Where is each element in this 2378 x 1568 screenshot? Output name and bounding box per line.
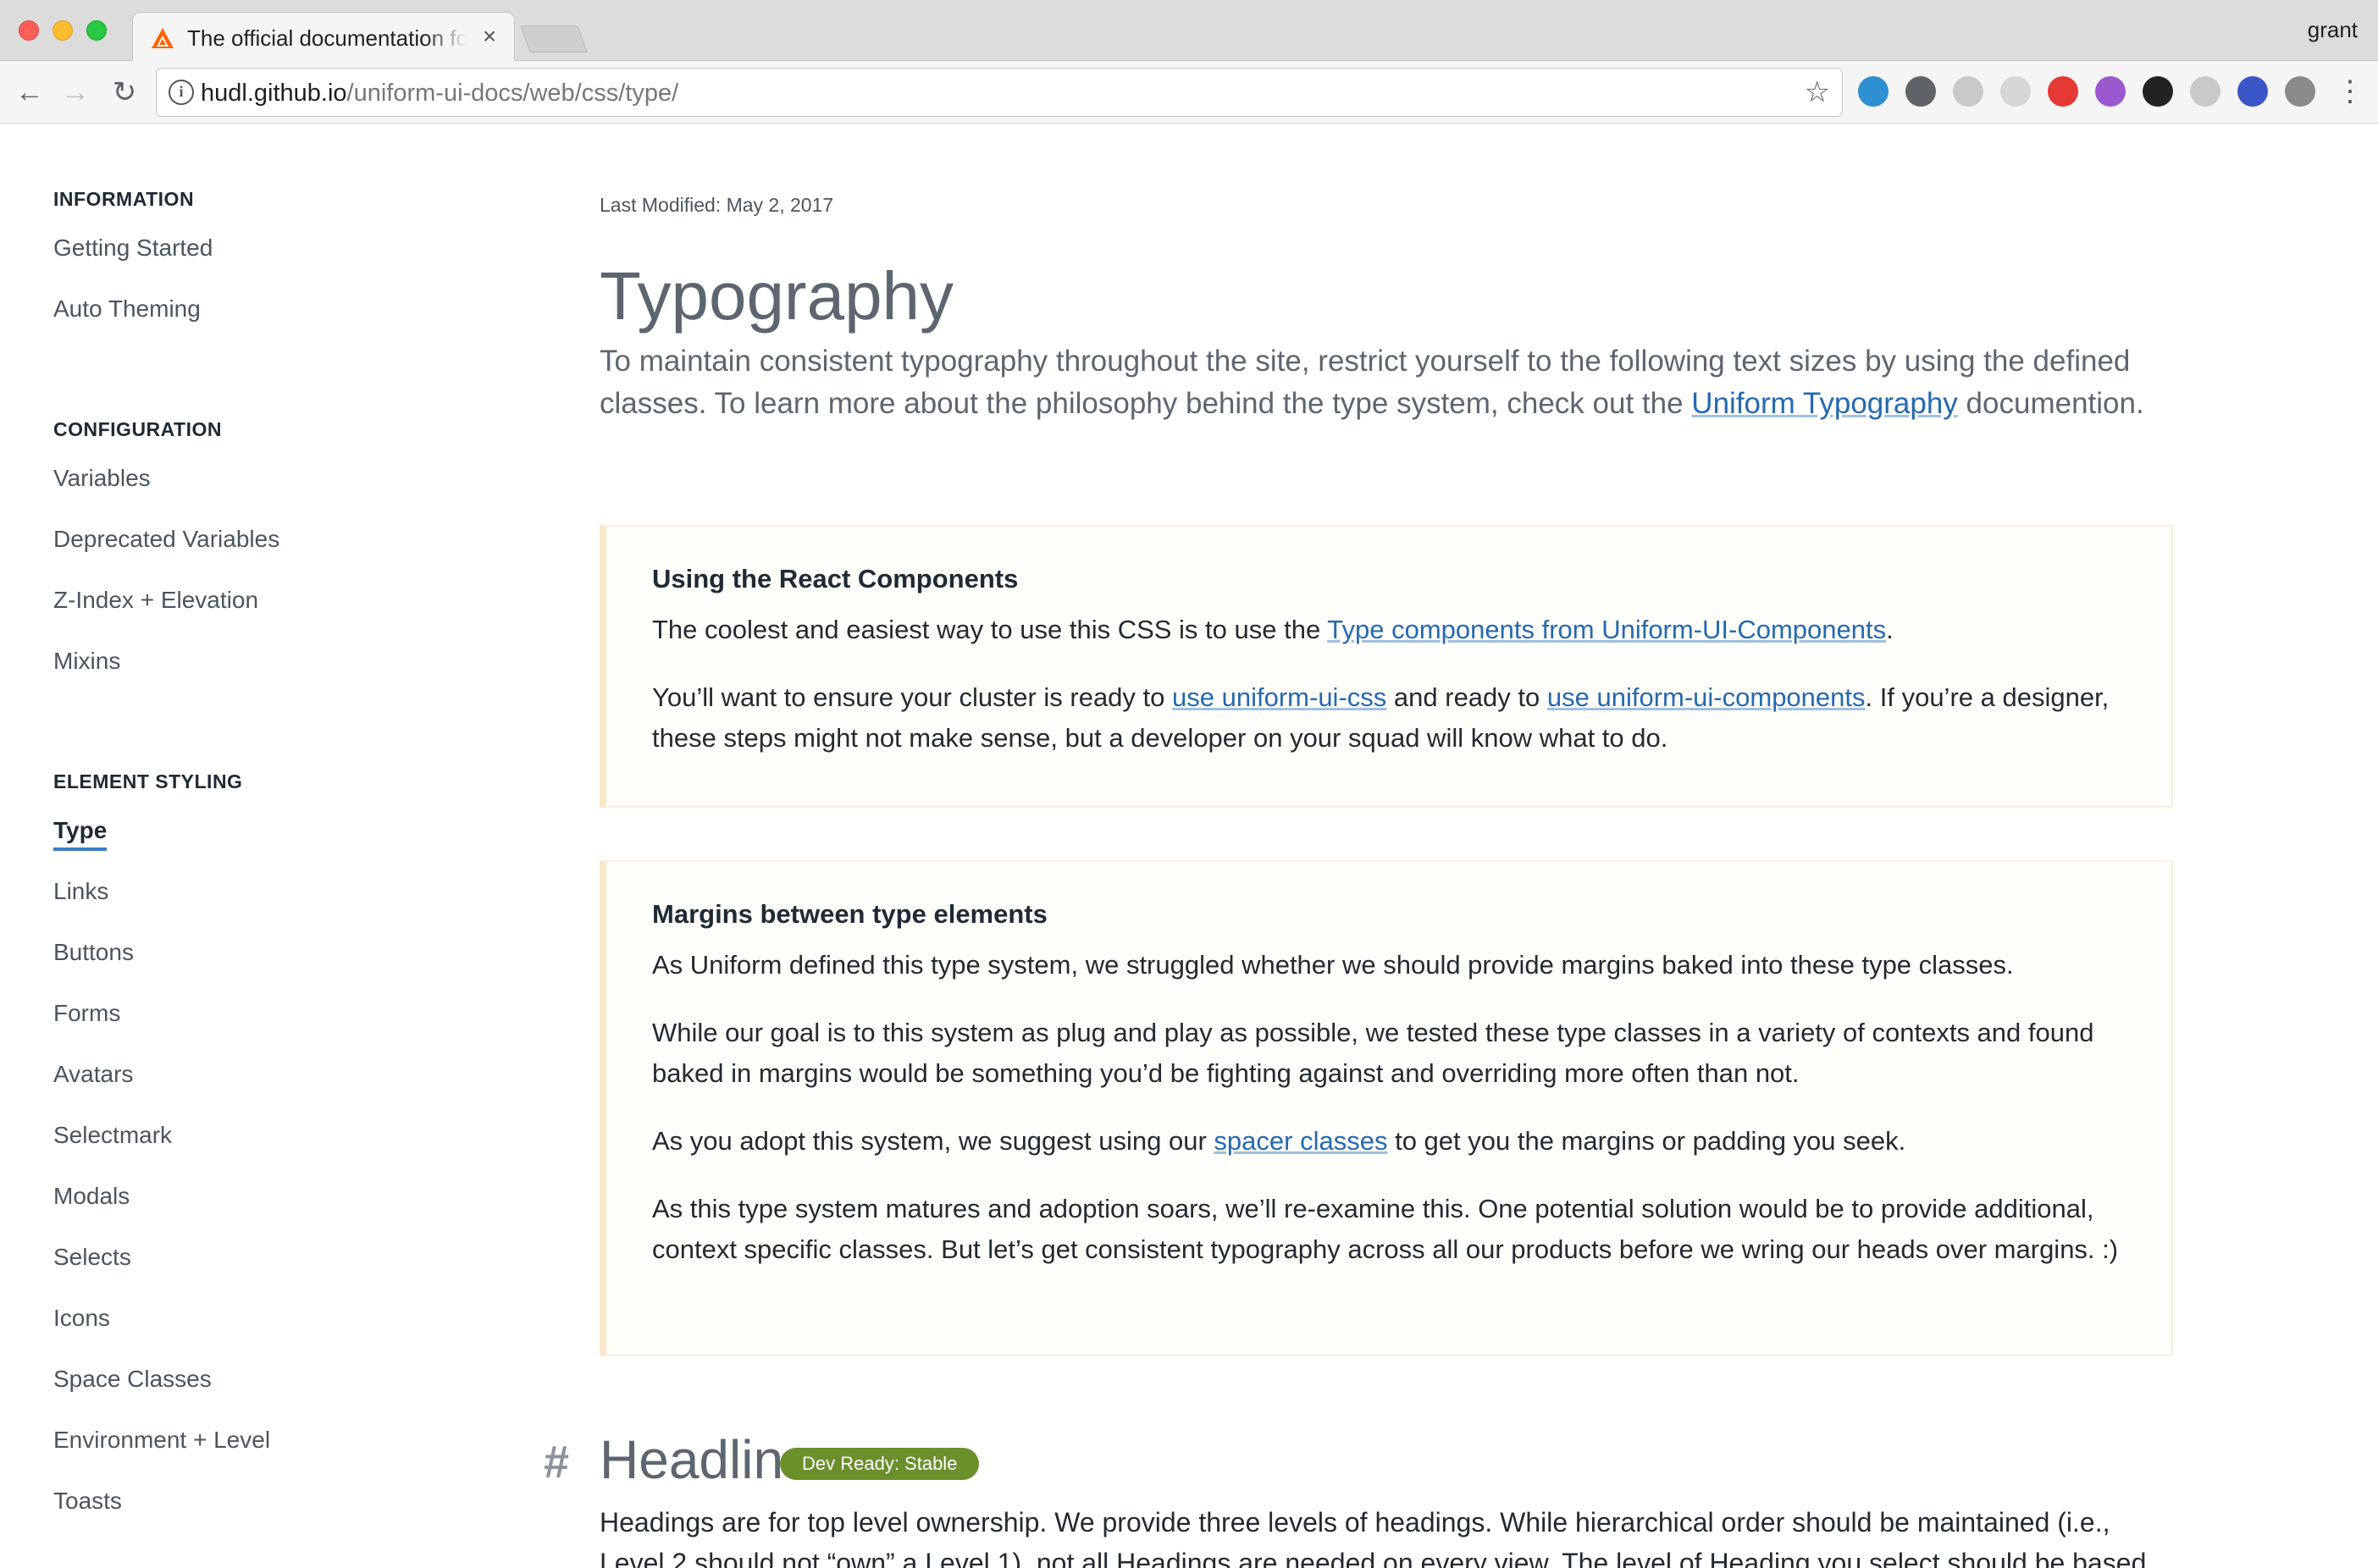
ring-extension-icon[interactable]	[1858, 76, 1889, 107]
hudl-logo-icon	[152, 28, 174, 48]
callout-paragraph: As Uniform defined this type system, we …	[652, 950, 2014, 980]
callout-paragraph: While our goal is to this system as plug…	[652, 1018, 2094, 1088]
sidebar-item-space-classes[interactable]: Space Classes	[53, 1366, 212, 1393]
reload-icon[interactable]: ↻	[107, 75, 142, 110]
sidebar-section-information: INFORMATION	[53, 188, 195, 210]
callout-paragraph: The coolest and easiest way to use this …	[652, 610, 2143, 650]
browser-tab-active[interactable]: The official documentation for Uniform ×	[132, 12, 515, 61]
sidebar-section-configuration: CONFIGURATION	[53, 418, 223, 440]
sidebar-item-auto-theming[interactable]: Auto Theming	[53, 295, 201, 323]
minimize-window-button[interactable]	[53, 20, 73, 41]
reader-extension-icon[interactable]	[2237, 76, 2268, 107]
password-manager-icon[interactable]	[1905, 76, 1936, 107]
settings-extension-icon[interactable]	[1953, 76, 1983, 107]
paint-extension-icon[interactable]	[2095, 76, 2126, 107]
last-modified-label: Last Modified:	[600, 194, 722, 216]
sidebar-item-z-index-elevation[interactable]: Z-Index + Elevation	[53, 587, 258, 614]
back-arrow-icon[interactable]: ←	[12, 75, 47, 110]
callout-paragraph: As you adopt this system, we suggest usi…	[652, 1121, 2143, 1162]
panda-extension-icon[interactable]	[2143, 76, 2173, 107]
gear-extension-icon[interactable]	[2285, 76, 2315, 107]
sidebar-item-deprecated-variables[interactable]: Deprecated Variables	[53, 526, 279, 553]
sidebar-item-avatars[interactable]: Avatars	[53, 1061, 133, 1088]
tab-title: The official documentation for Uniform	[187, 25, 467, 51]
use-uniform-ui-components-link[interactable]: use uniform-ui-components	[1547, 682, 1866, 712]
sidebar-item-selects[interactable]: Selects	[53, 1244, 131, 1271]
grid-extension-icon[interactable]	[2000, 76, 2031, 107]
callout-margins: Margins between type elements As Uniform…	[600, 860, 2173, 1356]
url-path: /uniform-ui-docs/web/css/type/	[346, 80, 679, 107]
sidebar-item-mixins[interactable]: Mixins	[53, 648, 120, 675]
callout-react-components: Using the React Components The coolest a…	[600, 525, 2173, 808]
page-title: Typography	[600, 258, 954, 334]
intro-end-text: documention.	[1966, 387, 2144, 420]
sidebar-section-element-styling: ELEMENT STYLING	[53, 770, 243, 792]
new-tab-button[interactable]	[520, 25, 588, 52]
anchor-hash-icon[interactable]: #	[544, 1436, 569, 1488]
bookmark-star-icon[interactable]: ☆	[1805, 75, 1830, 109]
last-modified-date: May 2, 2017	[726, 194, 834, 216]
address-bar[interactable]: i hudl.github.io/uniform-ui-docs/web/css…	[156, 68, 1843, 117]
callout-text: and ready to	[1393, 682, 1540, 712]
sidebar-item-type[interactable]: Type	[53, 817, 108, 851]
callout-text: .	[1886, 615, 1894, 644]
sidebar-item-environment-level[interactable]: Environment + Level	[53, 1427, 270, 1454]
forward-arrow-icon[interactable]: →	[58, 75, 93, 110]
youtube-extension-icon[interactable]	[2048, 76, 2078, 107]
callout-text: to get you the margins or padding you se…	[1395, 1126, 1906, 1156]
sidebar-item-icons[interactable]: Icons	[53, 1305, 110, 1332]
sidebar-item-getting-started[interactable]: Getting Started	[53, 235, 213, 262]
status-badge: Dev Ready: Stable	[780, 1448, 980, 1480]
spacer-classes-link[interactable]: spacer classes	[1214, 1126, 1387, 1156]
browser-toolbar: ← → ↻ i hudl.github.io/uniform-ui-docs/w…	[0, 61, 2378, 124]
headlines-description: Headings are for top level ownership. We…	[600, 1507, 2147, 1568]
cloud-extension-icon[interactable]	[2190, 76, 2220, 107]
callout-paragraph: As this type system matures and adoption…	[652, 1194, 2119, 1264]
tab-close-icon[interactable]: ×	[477, 23, 502, 50]
browser-tab-strip: The official documentation for Uniform ×…	[0, 0, 2378, 61]
callout-text: You’ll want to ensure your cluster is re…	[652, 682, 1165, 712]
close-window-button[interactable]	[19, 20, 39, 41]
uniform-typography-link[interactable]: Uniform Typography	[1691, 387, 1958, 420]
intro-paragraph: To maintain consistent typography throug…	[600, 340, 2175, 425]
callout-title: Using the React Components	[652, 564, 1019, 594]
sidebar-item-buttons[interactable]: Buttons	[53, 939, 134, 966]
url-text[interactable]: hudl.github.io/uniform-ui-docs/web/css/t…	[201, 79, 678, 108]
use-uniform-ui-css-link[interactable]: use uniform-ui-css	[1172, 682, 1386, 712]
sidebar-item-modals[interactable]: Modals	[53, 1183, 130, 1210]
site-info-icon[interactable]: i	[169, 80, 194, 105]
last-modified: Last Modified: May 2, 2017	[600, 194, 833, 217]
sidebar-item-forms[interactable]: Forms	[53, 1000, 120, 1027]
browser-menu-icon[interactable]: ⋮	[2336, 73, 2364, 110]
url-host: hudl.github.io	[201, 80, 347, 107]
sidebar-item-toasts[interactable]: Toasts	[53, 1488, 122, 1515]
sidebar-item-links[interactable]: Links	[53, 878, 108, 905]
type-components-link[interactable]: Type components from Uniform-UI-Componen…	[1327, 615, 1886, 644]
callout-title: Margins between type elements	[652, 899, 1048, 929]
callout-text: The coolest and easiest way to use this …	[652, 615, 1321, 644]
callout-text: As you adopt this system, we suggest usi…	[652, 1126, 1207, 1156]
sidebar-item-variables[interactable]: Variables	[53, 465, 151, 492]
profile-name[interactable]: grant	[2308, 17, 2358, 43]
sidebar-item-selectmark[interactable]: Selectmark	[53, 1122, 172, 1149]
callout-paragraph: You’ll want to ensure your cluster is re…	[652, 677, 2143, 759]
maximize-window-button[interactable]	[86, 20, 107, 41]
headlines-heading: # Headlines Dev Ready: Stable	[544, 1417, 1983, 1502]
